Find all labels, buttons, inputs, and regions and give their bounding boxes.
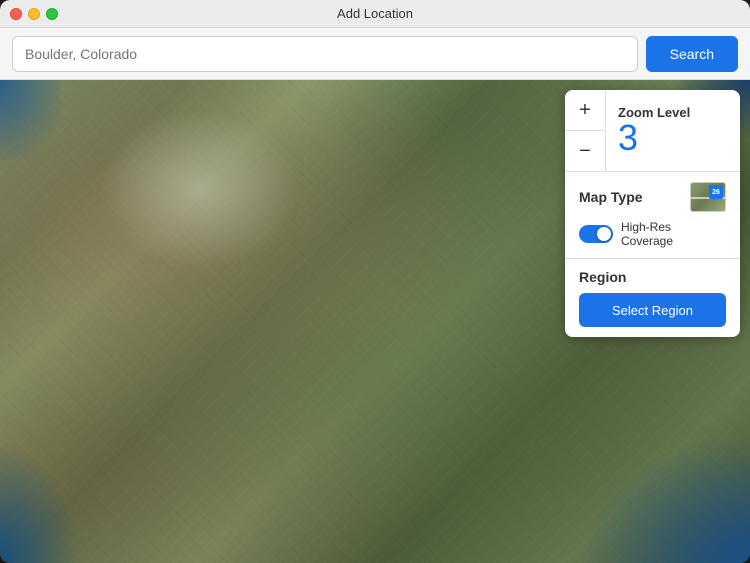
control-panel: + − Zoom Level 3 Map Type [565, 90, 740, 337]
select-region-button[interactable]: Select Region [579, 293, 726, 327]
traffic-lights [10, 8, 58, 20]
location-input[interactable] [12, 36, 638, 72]
map-thumb-number: 26 [709, 185, 723, 199]
map-water-bottom-right [550, 413, 750, 563]
map-type-header: Map Type 26 [579, 182, 726, 212]
map-thumbnail[interactable]: 26 [690, 182, 726, 212]
region-panel: Region Select Region [565, 258, 740, 337]
map-water-top-left [0, 80, 60, 160]
title-bar: Add Location [0, 0, 750, 28]
minimize-button[interactable] [28, 8, 40, 20]
zoom-info: Zoom Level 3 [606, 90, 740, 171]
search-button[interactable]: Search [646, 36, 738, 72]
map-snow-area [100, 110, 300, 270]
zoom-buttons: + − [565, 90, 606, 171]
window-title: Add Location [337, 6, 413, 21]
zoom-section: + − Zoom Level 3 [565, 90, 740, 171]
search-bar: Search [0, 28, 750, 80]
map-container[interactable]: + − Zoom Level 3 Map Type [0, 80, 750, 563]
region-header: Region [579, 269, 726, 285]
zoom-value: 3 [618, 120, 728, 156]
toggle-row: High-Res Coverage [579, 220, 726, 248]
app-window: Add Location Search + − [0, 0, 750, 563]
close-button[interactable] [10, 8, 22, 20]
high-res-label: High-Res Coverage [621, 220, 726, 248]
zoom-in-button[interactable]: + [565, 90, 605, 130]
map-type-label: Map Type [579, 189, 643, 205]
map-water-bottom-left [0, 443, 80, 563]
zoom-out-button[interactable]: − [565, 131, 605, 171]
high-res-toggle[interactable] [579, 225, 613, 243]
map-type-panel: Map Type 26 High-Res Coverage [565, 171, 740, 258]
maximize-button[interactable] [46, 8, 58, 20]
toggle-knob [597, 227, 611, 241]
